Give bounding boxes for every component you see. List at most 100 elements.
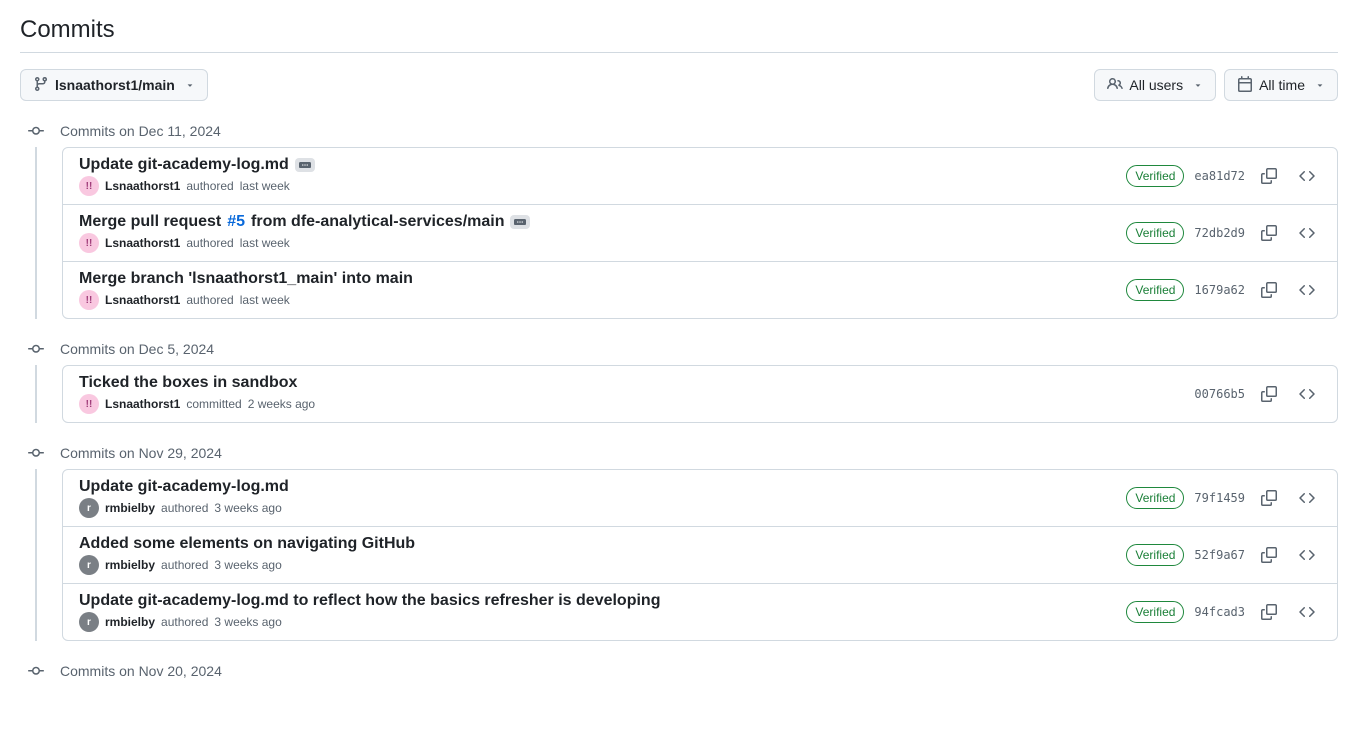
time-filter-label: All time (1259, 77, 1305, 93)
commit-group-date: Commits on Dec 5, 2024 (60, 341, 214, 357)
commit-list: Update git-academy-log.md !! Lsnaathorst… (62, 147, 1338, 319)
page-title: Commits (20, 16, 1338, 53)
commit-action: authored (186, 179, 233, 193)
people-icon (1107, 76, 1123, 95)
copy-sha-button[interactable] (1255, 598, 1283, 626)
author-link[interactable]: Lsnaathorst1 (105, 179, 180, 193)
commit-sha[interactable]: ea81d72 (1194, 169, 1245, 183)
commit-sha[interactable]: 79f1459 (1194, 491, 1245, 505)
author-link[interactable]: Lsnaathorst1 (105, 236, 180, 250)
commit-icon (28, 341, 44, 357)
commit-row: Ticked the boxes in sandbox !! Lsnaathor… (63, 366, 1337, 422)
commit-meta: r rmbielby authored 3 weeks ago (79, 498, 1126, 518)
chevron-down-icon (1315, 77, 1325, 93)
verified-badge[interactable]: Verified (1126, 487, 1184, 509)
avatar[interactable]: !! (79, 290, 99, 310)
branch-selector-button[interactable]: lsnaathorst1/main (20, 69, 208, 101)
author-link[interactable]: rmbielby (105, 615, 155, 629)
commit-group-header: Commits on Nov 29, 2024 (20, 445, 1338, 461)
verified-badge[interactable]: Verified (1126, 544, 1184, 566)
commit-title[interactable]: Update git-academy-log.md (79, 156, 1126, 174)
expand-commit-message-button[interactable] (510, 215, 530, 229)
commit-row: Update git-academy-log.md to reflect how… (63, 583, 1337, 640)
chevron-down-icon (1193, 77, 1203, 93)
commit-sha[interactable]: 00766b5 (1194, 387, 1245, 401)
commit-title[interactable]: Merge pull request #5 from dfe-analytica… (79, 213, 1126, 231)
commit-time: last week (240, 236, 290, 250)
author-link[interactable]: Lsnaathorst1 (105, 293, 180, 307)
commit-time: last week (240, 293, 290, 307)
commit-sha[interactable]: 52f9a67 (1194, 548, 1245, 562)
commit-timeline: Commits on Dec 11, 2024 Update git-acade… (20, 117, 1338, 679)
commit-title[interactable]: Update git-academy-log.md to reflect how… (79, 592, 1126, 610)
branch-name: lsnaathorst1/main (55, 77, 175, 93)
timeline-connector (35, 365, 37, 423)
commit-row: Merge branch 'lsnaathorst1_main' into ma… (63, 261, 1337, 318)
commit-title[interactable]: Added some elements on navigating GitHub (79, 535, 1126, 553)
browse-code-button[interactable] (1293, 276, 1321, 304)
avatar[interactable]: !! (79, 394, 99, 414)
commit-time: last week (240, 179, 290, 193)
timeline-connector (35, 469, 37, 641)
verified-badge[interactable]: Verified (1126, 165, 1184, 187)
author-link[interactable]: Lsnaathorst1 (105, 397, 180, 411)
commit-meta: r rmbielby authored 3 weeks ago (79, 612, 1126, 632)
commit-sha[interactable]: 94fcad3 (1194, 605, 1245, 619)
commit-meta: !! Lsnaathorst1 authored last week (79, 290, 1126, 310)
commit-sha[interactable]: 72db2d9 (1194, 226, 1245, 240)
verified-badge[interactable]: Verified (1126, 222, 1184, 244)
browse-code-button[interactable] (1293, 162, 1321, 190)
commit-action: authored (161, 558, 208, 572)
chevron-down-icon (185, 77, 195, 93)
author-link[interactable]: rmbielby (105, 558, 155, 572)
commit-row: Update git-academy-log.md r rmbielby aut… (63, 470, 1337, 526)
avatar[interactable]: !! (79, 176, 99, 196)
browse-code-button[interactable] (1293, 219, 1321, 247)
browse-code-button[interactable] (1293, 484, 1321, 512)
copy-sha-button[interactable] (1255, 380, 1283, 408)
commit-sha[interactable]: 1679a62 (1194, 283, 1245, 297)
commit-list: Ticked the boxes in sandbox !! Lsnaathor… (62, 365, 1338, 423)
verified-badge[interactable]: Verified (1126, 279, 1184, 301)
timeline-connector (35, 147, 37, 319)
commit-icon (28, 123, 44, 139)
pr-link[interactable]: #5 (227, 213, 245, 231)
commit-action: authored (186, 293, 233, 307)
copy-sha-button[interactable] (1255, 219, 1283, 247)
commit-title[interactable]: Update git-academy-log.md (79, 478, 1126, 496)
commit-title[interactable]: Ticked the boxes in sandbox (79, 374, 1194, 392)
commit-group-header: Commits on Dec 5, 2024 (20, 341, 1338, 357)
commit-row: Update git-academy-log.md !! Lsnaathorst… (63, 148, 1337, 204)
users-filter-button[interactable]: All users (1094, 69, 1216, 101)
commit-row: Merge pull request #5 from dfe-analytica… (63, 204, 1337, 261)
expand-commit-message-button[interactable] (295, 158, 315, 172)
avatar[interactable]: r (79, 612, 99, 632)
commit-time: 3 weeks ago (214, 558, 281, 572)
commit-list: Update git-academy-log.md r rmbielby aut… (62, 469, 1338, 641)
avatar[interactable]: r (79, 498, 99, 518)
copy-sha-button[interactable] (1255, 276, 1283, 304)
author-link[interactable]: rmbielby (105, 501, 155, 515)
commit-meta: !! Lsnaathorst1 committed 2 weeks ago (79, 394, 1194, 414)
browse-code-button[interactable] (1293, 598, 1321, 626)
users-filter-label: All users (1129, 77, 1183, 93)
time-filter-button[interactable]: All time (1224, 69, 1338, 101)
copy-sha-button[interactable] (1255, 162, 1283, 190)
avatar[interactable]: r (79, 555, 99, 575)
commit-group-date: Commits on Dec 11, 2024 (60, 123, 221, 139)
verified-badge[interactable]: Verified (1126, 601, 1184, 623)
browse-code-button[interactable] (1293, 541, 1321, 569)
commit-meta: !! Lsnaathorst1 authored last week (79, 233, 1126, 253)
commit-group-date: Commits on Nov 29, 2024 (60, 445, 222, 461)
commit-group-date: Commits on Nov 20, 2024 (60, 663, 222, 679)
avatar[interactable]: !! (79, 233, 99, 253)
commit-meta: r rmbielby authored 3 weeks ago (79, 555, 1126, 575)
commit-meta: !! Lsnaathorst1 authored last week (79, 176, 1126, 196)
calendar-icon (1237, 76, 1253, 95)
commit-title[interactable]: Merge branch 'lsnaathorst1_main' into ma… (79, 270, 1126, 288)
copy-sha-button[interactable] (1255, 484, 1283, 512)
commit-group-header: Commits on Dec 11, 2024 (20, 123, 1338, 139)
commit-time: 2 weeks ago (248, 397, 315, 411)
copy-sha-button[interactable] (1255, 541, 1283, 569)
browse-code-button[interactable] (1293, 380, 1321, 408)
